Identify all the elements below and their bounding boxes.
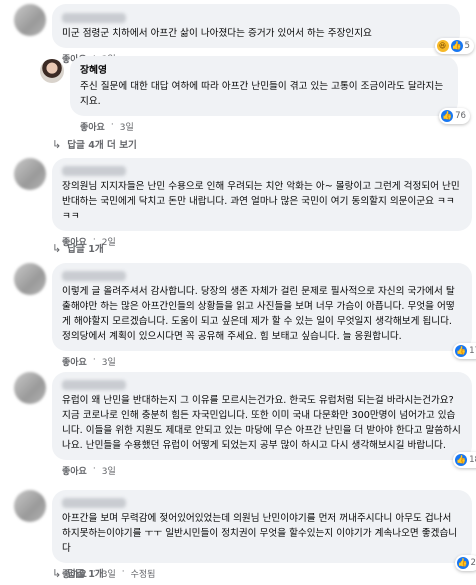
author-name-redacted[interactable] <box>62 166 126 176</box>
comment-4: 유럽이 왜 난민을 반대하는지 그 이유를 모르시는건가요. 한국도 유럽처럼 … <box>14 372 476 477</box>
author-name-redacted[interactable] <box>62 498 126 508</box>
comment-text: 유럽이 왜 난민을 반대하는지 그 이유를 모르시는건가요. 한국도 유럽처럼 … <box>62 395 461 451</box>
reaction-summary[interactable]: 👍 17 <box>453 343 476 359</box>
reaction-summary[interactable]: 👍 18 <box>453 452 476 468</box>
reply-meta: 좋아요 · 3일 <box>80 120 134 133</box>
reply-arrow-icon: ↳ <box>52 566 62 580</box>
view-replies[interactable]: ↳ 답글 1개 <box>52 566 104 581</box>
comment-text: 아프간을 보며 무력감에 젖어있어있었는데 의원님 난민이야기를 먼저 꺼내주시… <box>62 513 458 554</box>
comment-2: 장의원님 지지자들은 난민 수용으로 인해 우려되는 치안 악화는 아~ 몰랑이… <box>14 158 472 248</box>
thumbs-up-icon: 👍 <box>456 557 469 569</box>
comment-bubble: 아프간을 보며 무력감에 젖어있어있었는데 의원님 난민이야기를 먼저 꺼내주시… <box>52 490 476 571</box>
reply-comment: 장혜영 주신 질문에 대한 대답 여하에 따라 아프간 난민들이 겪고 있는 고… <box>40 56 470 133</box>
reaction-count: 5 <box>464 40 470 51</box>
timestamp[interactable]: 3일 <box>102 464 116 477</box>
comment-bubble: 미군 점령군 치하에서 아프간 삶이 나아졌다는 증거가 있어서 하는 주장인지… <box>52 4 474 54</box>
reply-arrow-icon: ↳ <box>52 241 62 255</box>
thumbs-up-icon: 👍 <box>450 40 463 52</box>
comment-text: 이렇게 글 올려주셔서 감사합니다. 당장의 생존 자체가 걸린 문제로 필사적… <box>62 286 455 342</box>
view-more-replies[interactable]: ↳ 답글 4개 더 보기 <box>52 137 137 152</box>
edited-label[interactable]: 수정됨 <box>131 567 156 580</box>
comment-3: 이렇게 글 올려주셔서 감사합니다. 당장의 생존 자체가 걸린 문제로 필사적… <box>14 263 476 368</box>
reply-arrow-icon: ↳ <box>52 137 62 151</box>
author-name[interactable]: 장혜영 <box>80 64 448 78</box>
reaction-summary[interactable]: 😆 👍 5 <box>434 38 474 54</box>
author-name-redacted[interactable] <box>62 13 126 23</box>
comment-text: 미군 점령군 치하에서 아프간 삶이 나아졌다는 증거가 있어서 하는 주장인지… <box>62 28 372 39</box>
like-button[interactable]: 좋아요 <box>80 120 105 133</box>
view-replies[interactable]: ↳ 답글 1개 <box>52 241 104 256</box>
author-name-redacted[interactable] <box>62 271 126 281</box>
haha-face-icon: 😆 <box>436 40 449 52</box>
timestamp[interactable]: 3일 <box>120 120 134 133</box>
reaction-count: 76 <box>455 110 466 121</box>
reaction-count: 18 <box>469 454 476 465</box>
comment-meta: 좋아요 · 3일 <box>62 355 116 368</box>
reaction-count: 17 <box>469 345 476 356</box>
author-avatar[interactable] <box>40 59 64 83</box>
comment-text: 장의원님 지지자들은 난민 수용으로 인해 우려되는 치안 악화는 아~ 몰랑이… <box>62 181 460 222</box>
thumbs-up-icon: 👍 <box>455 345 468 357</box>
like-button[interactable]: 좋아요 <box>62 464 87 477</box>
avatar[interactable] <box>14 158 46 190</box>
comment-meta: 좋아요 · 3일 · 수정됨 <box>62 567 156 580</box>
comment-bubble: 유럽이 왜 난민을 반대하는지 그 이유를 모르시는건가요. 한국도 유럽처럼 … <box>52 372 476 468</box>
avatar[interactable] <box>14 490 46 522</box>
reply-bubble: 장혜영 주신 질문에 대한 대답 여하에 따라 아프간 난민들이 겪고 있는 고… <box>70 56 470 124</box>
timestamp[interactable]: 3일 <box>102 355 116 368</box>
author-name-redacted[interactable] <box>62 380 126 390</box>
comment-bubble: 이렇게 글 올려주셔서 감사합니다. 당장의 생존 자체가 걸린 문제로 필사적… <box>52 263 476 359</box>
reply-text: 주신 질문에 대한 대답 여하에 따라 아프간 난민들이 겪고 있는 고통이 조… <box>80 81 444 107</box>
reaction-summary[interactable]: 👍 2 <box>454 555 476 571</box>
reaction-count: 2 <box>470 557 476 568</box>
comment-meta: 좋아요 · 2일 <box>62 235 116 248</box>
avatar[interactable] <box>14 372 46 404</box>
thumbs-up-icon: 👍 <box>455 454 468 466</box>
like-button[interactable]: 좋아요 <box>62 355 87 368</box>
reaction-summary[interactable]: 👍 76 <box>439 108 470 124</box>
avatar[interactable] <box>14 4 46 36</box>
avatar[interactable] <box>14 263 46 295</box>
thumbs-up-icon: 👍 <box>441 110 454 122</box>
comment-bubble: 장의원님 지지자들은 난민 수용으로 인해 우려되는 치안 악화는 아~ 몰랑이… <box>52 158 472 231</box>
comment-meta: 좋아요 · 3일 <box>62 464 116 477</box>
